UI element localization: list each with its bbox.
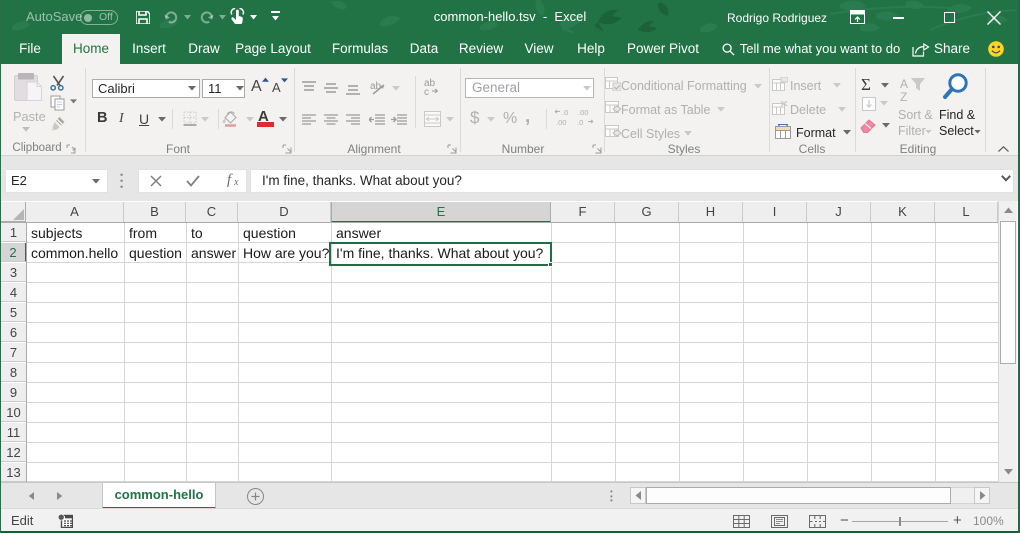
svg-text:ab: ab bbox=[370, 81, 382, 92]
svg-text:.00: .00 bbox=[556, 118, 566, 127]
svg-text:.0: .0 bbox=[577, 118, 583, 127]
svg-text:c: c bbox=[424, 87, 429, 96]
svg-text:.0: .0 bbox=[562, 108, 568, 117]
svg-text:.00: .00 bbox=[578, 108, 588, 117]
